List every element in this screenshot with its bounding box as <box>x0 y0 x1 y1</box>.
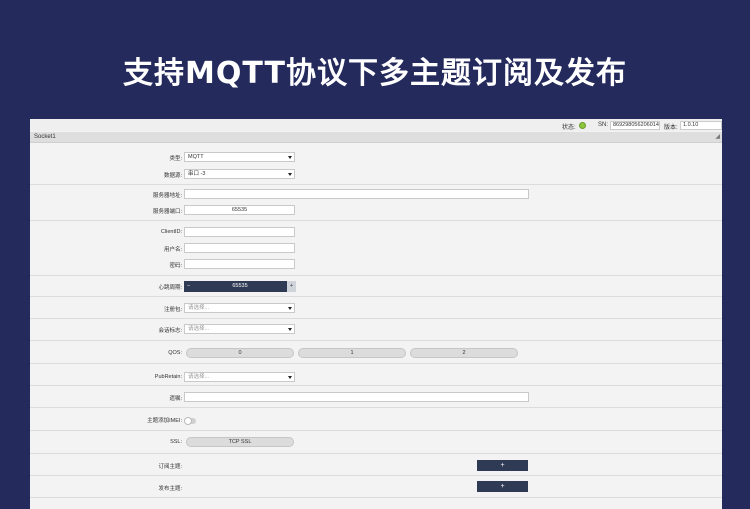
pub-retain-select[interactable]: 请选择... <box>184 372 295 382</box>
subscribe-topic-label: 订阅主题: <box>158 464 182 470</box>
will-label: 遗嘱: <box>169 396 182 402</box>
chevron-down-icon <box>288 307 292 310</box>
toggle-knob <box>184 417 192 425</box>
sn-label: SN: <box>598 122 609 128</box>
version-label: 版本: <box>664 125 678 131</box>
divider <box>30 385 722 386</box>
register-packet-placeholder: 请选择... <box>188 305 210 311</box>
divider <box>30 407 722 408</box>
type-select[interactable]: MQTT <box>184 152 295 162</box>
divider <box>30 275 722 276</box>
heartbeat-stepper[interactable]: − 65535 + <box>184 281 296 292</box>
password-label: 密码: <box>169 263 182 269</box>
server-address-label: 服务器地址: <box>152 193 182 199</box>
username-label: 用户名: <box>163 247 182 253</box>
divider <box>30 363 722 364</box>
server-port-label: 服务器端口: <box>152 209 182 215</box>
increment-button[interactable]: + <box>287 281 296 292</box>
session-flag-placeholder: 请选择... <box>188 326 210 332</box>
divider <box>30 430 722 431</box>
topic-imei-toggle[interactable] <box>184 417 196 425</box>
divider <box>30 184 722 185</box>
heartbeat-label: 心跳周期: <box>158 285 182 291</box>
type-select-value: MQTT <box>188 154 204 160</box>
collapse-icon[interactable]: ◢ <box>715 133 720 140</box>
data-source-select[interactable]: 串口 -3 <box>184 169 295 179</box>
decrement-button[interactable]: − <box>187 281 190 292</box>
pub-retain-label: PubRetain: <box>154 374 182 380</box>
divider <box>30 318 722 319</box>
qos-label: QOS: <box>168 350 182 356</box>
password-input[interactable] <box>184 259 295 269</box>
page-title: 支持MQTT协议下多主题订阅及发布 <box>123 56 627 91</box>
divider <box>30 475 722 476</box>
divider <box>30 296 722 297</box>
data-source-select-value: 串口 -3 <box>188 171 206 177</box>
divider <box>30 220 722 221</box>
qos-option-2[interactable]: 2 <box>410 348 518 358</box>
chevron-down-icon <box>288 328 292 331</box>
add-subscribe-topic-button[interactable]: + <box>477 460 528 471</box>
status-label: 状态: <box>562 125 576 131</box>
topic-imei-label: 主题添加IMEI: <box>147 418 182 424</box>
publish-topic-label: 发布主题: <box>158 486 182 492</box>
client-id-input[interactable] <box>184 227 295 237</box>
ssl-option-tcp-ssl[interactable]: TCP SSL <box>186 437 294 447</box>
chevron-down-icon <box>288 376 292 379</box>
data-source-label: 数据源: <box>163 173 182 179</box>
session-flag-label: 会话标志: <box>158 328 182 334</box>
divider <box>30 340 722 341</box>
will-input[interactable] <box>184 392 529 402</box>
sn-value: 869298056206014 <box>610 121 660 130</box>
divider <box>30 453 722 454</box>
qos-option-0[interactable]: 0 <box>186 348 294 358</box>
type-label: 类型: <box>169 156 182 162</box>
status-indicator-icon <box>579 122 586 129</box>
username-input[interactable] <box>184 243 295 253</box>
chevron-down-icon <box>288 156 292 159</box>
register-packet-label: 注册包: <box>163 307 182 313</box>
config-panel: 状态: SN: 869298056206014 版本: 1.0.10 Socke… <box>30 119 722 509</box>
status-bar: 状态: SN: 869298056206014 版本: 1.0.10 <box>30 119 722 131</box>
register-packet-select[interactable]: 请选择... <box>184 303 295 313</box>
client-id-label: ClientID: <box>160 229 182 235</box>
version-value: 1.0.10 <box>680 121 722 130</box>
ssl-label: SSL: <box>170 439 182 445</box>
socket-tab-label: Socket1 <box>34 134 56 140</box>
qos-option-1[interactable]: 1 <box>298 348 406 358</box>
heartbeat-value: 65535 <box>232 283 248 289</box>
socket-tab[interactable]: Socket1 ◢ <box>30 132 722 143</box>
server-address-input[interactable] <box>184 189 529 199</box>
add-publish-topic-button[interactable]: + <box>477 481 528 492</box>
divider <box>30 497 722 498</box>
pub-retain-placeholder: 请选择... <box>188 374 210 380</box>
session-flag-select[interactable]: 请选择... <box>184 324 295 334</box>
chevron-down-icon <box>288 173 292 176</box>
server-port-input[interactable]: 65535 <box>184 205 295 215</box>
